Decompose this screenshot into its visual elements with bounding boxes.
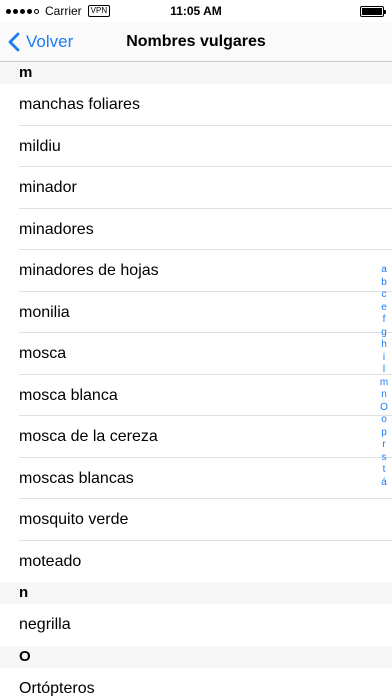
index-letter[interactable]: m: [380, 377, 388, 390]
list-item[interactable]: Ortópteros: [0, 668, 392, 696]
list-item[interactable]: mosca blanca: [0, 375, 392, 417]
index-letter[interactable]: p: [381, 427, 387, 440]
list-item[interactable]: minadores: [0, 209, 392, 251]
section-header: O: [0, 645, 392, 668]
index-letter[interactable]: á: [381, 477, 387, 490]
list-item[interactable]: minador: [0, 167, 392, 209]
index-letter[interactable]: r: [382, 439, 385, 452]
list-item[interactable]: mosca: [0, 333, 392, 375]
index-letter[interactable]: c: [382, 289, 387, 302]
list-item[interactable]: moscas blancas: [0, 458, 392, 500]
index-letter[interactable]: g: [381, 327, 387, 340]
list-item[interactable]: mosca de la cereza: [0, 416, 392, 458]
index-letter[interactable]: n: [381, 389, 387, 402]
list-item[interactable]: monilia: [0, 292, 392, 334]
index-letter[interactable]: s: [382, 452, 387, 465]
list-item[interactable]: manchas foliares: [0, 84, 392, 126]
index-letter[interactable]: e: [381, 302, 387, 315]
back-button-label: Volver: [26, 32, 74, 51]
list-item[interactable]: negrilla: [0, 604, 392, 646]
section-header: m: [0, 62, 392, 84]
status-bar: Carrier VPN 11:05 AM: [0, 0, 392, 22]
index-letter[interactable]: h: [381, 339, 387, 352]
status-time: 11:05 AM: [170, 4, 222, 18]
index-letter[interactable]: f: [383, 314, 386, 327]
index-letter[interactable]: a: [381, 264, 387, 277]
back-button[interactable]: Volver: [8, 22, 73, 62]
chevron-left-icon: [8, 32, 20, 52]
section-index-bar[interactable]: abcefghilmnOoprstá: [376, 264, 392, 489]
index-letter[interactable]: O: [380, 402, 388, 415]
navigation-bar: Volver Nombres vulgares: [0, 22, 392, 62]
index-letter[interactable]: t: [383, 464, 386, 477]
list-item[interactable]: mildiu: [0, 126, 392, 168]
index-letter[interactable]: b: [381, 277, 387, 290]
list-item[interactable]: minadores de hojas: [0, 250, 392, 292]
names-list[interactable]: m manchas foliares mildiu minador minadores m…: [0, 62, 392, 696]
list-item[interactable]: mosquito verde: [0, 499, 392, 541]
index-letter[interactable]: i: [383, 352, 385, 365]
index-letter[interactable]: o: [381, 414, 387, 427]
index-letter[interactable]: l: [383, 364, 385, 377]
list-item[interactable]: moteado: [0, 541, 392, 583]
section-header: n: [0, 582, 392, 604]
battery-icon: [360, 6, 386, 17]
